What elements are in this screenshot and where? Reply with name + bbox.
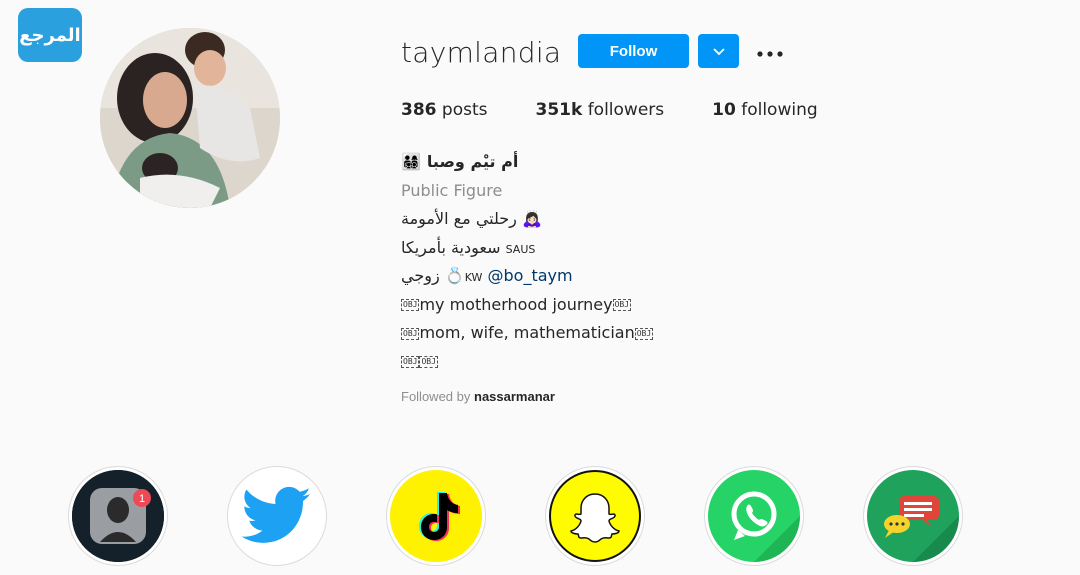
bio-line-saudi-in-america: SAUS سعودية بأمريكا: [401, 234, 721, 263]
obj-placeholder-icon: OBJ: [634, 327, 654, 340]
obj-placeholder-icon: OBJ: [401, 356, 420, 368]
posts-count: 386: [401, 100, 437, 120]
highlight-twitter[interactable]: [227, 466, 327, 566]
bio-line2-text: سعودية بأمريكا: [401, 237, 501, 257]
bio-line-motherhood-ar: 🙇🏻‍♀️ رحلتي مع الأمومة: [401, 205, 721, 234]
watermark-text: المرجع: [19, 24, 81, 46]
obj-placeholder-icon: OBJ: [419, 356, 438, 368]
highlight-chat[interactable]: [863, 466, 963, 566]
obj-placeholder-icon: OBJ: [401, 299, 420, 311]
more-options-button[interactable]: [755, 38, 785, 64]
ring-emoji-icon: 💍: [444, 266, 465, 285]
full-name-line: أم تيْم وصبا 👨‍👩‍👧‍👦: [401, 148, 721, 177]
followers-stat[interactable]: 351k followers: [535, 100, 664, 120]
woman-gesturing-emoji-icon: 🙇🏻‍♀️: [521, 209, 542, 228]
flag-text-kw: KW: [464, 271, 483, 284]
highlight-profile-app[interactable]: 1: [68, 466, 168, 566]
profile-full-name: أم تيْم وصبا 👨‍👩‍👧‍👦: [401, 148, 518, 177]
posts-label: posts: [441, 100, 488, 120]
followed-by-user: nassarmanar: [474, 389, 555, 404]
bio-line3-text: زوجي: [401, 266, 440, 285]
profile-avatar[interactable]: [100, 28, 280, 208]
flag-text-saus: SAUS: [505, 242, 536, 256]
followers-label: followers: [587, 100, 665, 120]
bio-line4-text: my motherhood journey: [419, 294, 613, 314]
bio-line-mom-wife: OBJ mom, wife, mathematician OBJ: [401, 319, 721, 348]
snapchat-icon: [549, 470, 641, 562]
posts-stat: 386 posts: [401, 100, 487, 120]
bio-line-obj-markers: OBJ OBJ: [401, 348, 721, 377]
profile-bio: أم تيْم وصبا 👨‍👩‍👧‍👦 Public Figure 🙇🏻‍♀️…: [401, 148, 721, 376]
tiktok-icon: [390, 470, 482, 562]
followed-by-prefix: Followed by: [401, 389, 471, 404]
bio-line5-text: mom, wife, mathematician: [419, 323, 635, 342]
following-stat[interactable]: 10 following: [712, 100, 818, 120]
full-name-text: أم تيْم وصبا: [426, 152, 519, 171]
suggested-dropdown-button[interactable]: [698, 34, 739, 68]
profile-header: taymlandia: [401, 34, 561, 70]
highlight-snapchat[interactable]: [545, 466, 645, 566]
profile-category: Public Figure: [401, 180, 503, 200]
family-emoji-icon: 👨‍👩‍👧‍👦: [401, 152, 421, 171]
obj-placeholder-icon: OBJ: [612, 299, 632, 311]
followed-by[interactable]: Followed by nassarmanar: [401, 389, 555, 404]
chevron-down-icon: [712, 44, 725, 59]
bio-line-husband: زوجي 💍KW @bo_taym: [401, 262, 721, 291]
highlight-tiktok[interactable]: [386, 466, 486, 566]
profile-username: taymlandia: [401, 35, 562, 69]
notification-badge: 1: [139, 493, 145, 505]
highlight-whatsapp[interactable]: [704, 466, 804, 566]
mention-link-bo-taym[interactable]: @bo_taym: [488, 266, 573, 285]
bio-line-motherhood-journey: OBJ my motherhood journey OBJ: [401, 291, 721, 320]
whatsapp-icon: [708, 470, 800, 562]
followers-count: 351k: [535, 100, 583, 120]
chat-bubbles-icon: [867, 470, 959, 562]
following-count: 10: [712, 100, 736, 120]
profile-stats: 386 posts 351k followers 10 following: [401, 100, 866, 120]
obj-placeholder-icon: OBJ: [401, 327, 420, 340]
twitter-icon: [231, 470, 323, 562]
bio-line1-text: رحلتي مع الأمومة: [401, 209, 517, 228]
follow-button[interactable]: Follow: [578, 34, 689, 68]
ellipsis-icon: [757, 42, 783, 61]
following-label: following: [741, 100, 818, 120]
story-highlights: 1: [68, 466, 988, 566]
watermark-logo: المرجع: [18, 8, 82, 62]
profile-app-icon: 1: [72, 470, 164, 562]
